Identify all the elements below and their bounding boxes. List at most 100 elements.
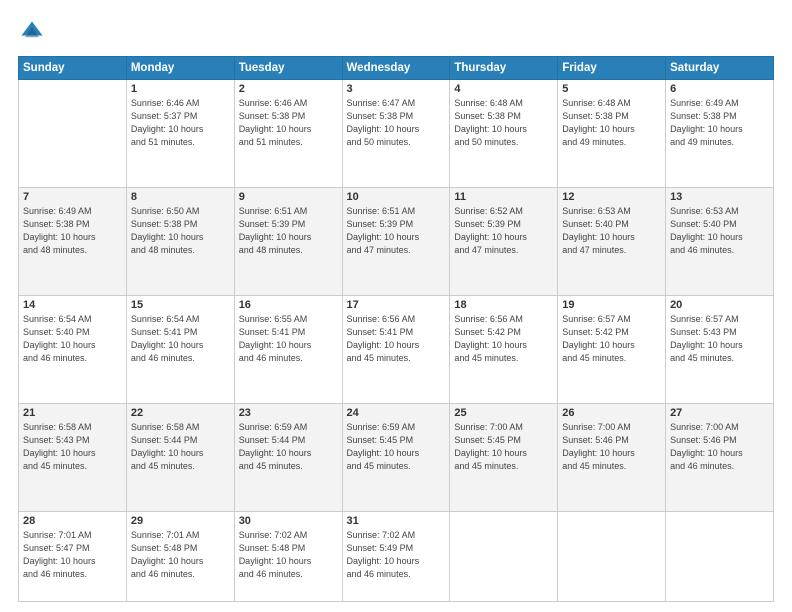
calendar-row-4: 28 Sunrise: 7:01 AMSunset: 5:47 PMDayligh… — [19, 512, 774, 602]
calendar-cell: 11 Sunrise: 6:52 AMSunset: 5:39 PMDayligh… — [450, 188, 558, 296]
day-detail: Sunrise: 6:53 AMSunset: 5:40 PMDaylight:… — [562, 205, 661, 257]
day-detail: Sunrise: 6:54 AMSunset: 5:40 PMDaylight:… — [23, 313, 122, 365]
day-detail: Sunrise: 6:53 AMSunset: 5:40 PMDaylight:… — [670, 205, 769, 257]
day-number: 17 — [347, 299, 446, 311]
day-detail: Sunrise: 6:57 AMSunset: 5:43 PMDaylight:… — [670, 313, 769, 365]
day-detail: Sunrise: 6:46 AMSunset: 5:37 PMDaylight:… — [131, 97, 230, 149]
calendar-cell: 15 Sunrise: 6:54 AMSunset: 5:41 PMDayligh… — [126, 296, 234, 404]
weekday-header-thursday: Thursday — [450, 57, 558, 80]
day-number: 21 — [23, 407, 122, 419]
day-number: 5 — [562, 83, 661, 95]
calendar-cell: 6Sunrise: 6:49 AMSunset: 5:38 PMDaylight… — [666, 80, 774, 188]
calendar-cell: 10Sunrise: 6:51 AMSunset: 5:39 PMDayligh… — [342, 188, 450, 296]
day-detail: Sunrise: 6:56 AMSunset: 5:41 PMDaylight:… — [347, 313, 446, 365]
day-number: 6 — [670, 83, 769, 95]
calendar-cell: 18 Sunrise: 6:56 AMSunset: 5:42 PMDayligh… — [450, 296, 558, 404]
calendar-cell — [19, 80, 127, 188]
day-number: 20 — [670, 299, 769, 311]
calendar-table: SundayMondayTuesdayWednesdayThursdayFrid… — [18, 56, 774, 602]
day-number: 7 — [23, 191, 122, 203]
calendar-cell: 17 Sunrise: 6:56 AMSunset: 5:41 PMDayligh… — [342, 296, 450, 404]
calendar-cell: 27 Sunrise: 7:00 AMSunset: 5:46 PMDayligh… — [666, 404, 774, 512]
day-detail: Sunrise: 6:59 AMSunset: 5:45 PMDaylight:… — [347, 421, 446, 473]
calendar-cell: 16 Sunrise: 6:55 AMSunset: 5:41 PMDayligh… — [234, 296, 342, 404]
day-detail: Sunrise: 6:57 AMSunset: 5:42 PMDaylight:… — [562, 313, 661, 365]
calendar-row-2: 14 Sunrise: 6:54 AMSunset: 5:40 PMDayligh… — [19, 296, 774, 404]
day-detail: Sunrise: 7:01 AMSunset: 5:47 PMDaylight:… — [23, 529, 122, 581]
calendar-cell: 23 Sunrise: 6:59 AMSunset: 5:44 PMDayligh… — [234, 404, 342, 512]
weekday-header-sunday: Sunday — [19, 57, 127, 80]
day-number: 16 — [239, 299, 338, 311]
calendar-row-1: 7 Sunrise: 6:49 AMSunset: 5:38 PMDaylight… — [19, 188, 774, 296]
calendar-cell — [666, 512, 774, 602]
day-number: 27 — [670, 407, 769, 419]
day-number: 28 — [23, 515, 122, 527]
day-detail: Sunrise: 6:55 AMSunset: 5:41 PMDaylight:… — [239, 313, 338, 365]
day-number: 31 — [347, 515, 446, 527]
calendar-cell: 22Sunrise: 6:58 AMSunset: 5:44 PMDayligh… — [126, 404, 234, 512]
day-detail: Sunrise: 6:51 AMSunset: 5:39 PMDaylight:… — [239, 205, 338, 257]
day-detail: Sunrise: 6:49 AMSunset: 5:38 PMDaylight:… — [23, 205, 122, 257]
day-number: 4 — [454, 83, 553, 95]
calendar-row-3: 21 Sunrise: 6:58 AMSunset: 5:43 PMDayligh… — [19, 404, 774, 512]
day-number: 19 — [562, 299, 661, 311]
header — [18, 18, 774, 46]
day-number: 26 — [562, 407, 661, 419]
day-detail: Sunrise: 7:01 AMSunset: 5:48 PMDaylight:… — [131, 529, 230, 581]
day-number: 2 — [239, 83, 338, 95]
day-detail: Sunrise: 6:47 AMSunset: 5:38 PMDaylight:… — [347, 97, 446, 149]
calendar-cell: 12 Sunrise: 6:53 AMSunset: 5:40 PMDayligh… — [558, 188, 666, 296]
day-number: 13 — [670, 191, 769, 203]
day-number: 3 — [347, 83, 446, 95]
day-detail: Sunrise: 6:52 AMSunset: 5:39 PMDaylight:… — [454, 205, 553, 257]
logo-icon — [18, 18, 46, 46]
day-detail: Sunrise: 6:59 AMSunset: 5:44 PMDaylight:… — [239, 421, 338, 473]
weekday-header-friday: Friday — [558, 57, 666, 80]
day-number: 22 — [131, 407, 230, 419]
calendar-cell: 8 Sunrise: 6:50 AMSunset: 5:38 PMDaylight… — [126, 188, 234, 296]
day-number: 29 — [131, 515, 230, 527]
day-number: 10 — [347, 191, 446, 203]
day-detail: Sunrise: 6:46 AMSunset: 5:38 PMDaylight:… — [239, 97, 338, 149]
calendar-cell — [558, 512, 666, 602]
calendar-cell: 24 Sunrise: 6:59 AMSunset: 5:45 PMDayligh… — [342, 404, 450, 512]
day-number: 12 — [562, 191, 661, 203]
calendar-cell: 2 Sunrise: 6:46 AMSunset: 5:38 PMDaylight… — [234, 80, 342, 188]
calendar-cell: 19 Sunrise: 6:57 AMSunset: 5:42 PMDayligh… — [558, 296, 666, 404]
day-detail: Sunrise: 7:00 AMSunset: 5:46 PMDaylight:… — [562, 421, 661, 473]
calendar-row-0: 1 Sunrise: 6:46 AMSunset: 5:37 PMDaylight… — [19, 80, 774, 188]
weekday-header-row: SundayMondayTuesdayWednesdayThursdayFrid… — [19, 57, 774, 80]
day-number: 30 — [239, 515, 338, 527]
day-detail: Sunrise: 6:54 AMSunset: 5:41 PMDaylight:… — [131, 313, 230, 365]
calendar-cell: 21 Sunrise: 6:58 AMSunset: 5:43 PMDayligh… — [19, 404, 127, 512]
calendar-cell: 25 Sunrise: 7:00 AMSunset: 5:45 PMDayligh… — [450, 404, 558, 512]
calendar-cell: 26 Sunrise: 7:00 AMSunset: 5:46 PMDayligh… — [558, 404, 666, 512]
day-number: 1 — [131, 83, 230, 95]
day-detail: Sunrise: 7:00 AMSunset: 5:45 PMDaylight:… — [454, 421, 553, 473]
day-number: 11 — [454, 191, 553, 203]
calendar-cell: 9 Sunrise: 6:51 AMSunset: 5:39 PMDaylight… — [234, 188, 342, 296]
day-detail: Sunrise: 6:56 AMSunset: 5:42 PMDaylight:… — [454, 313, 553, 365]
calendar-cell: 3 Sunrise: 6:47 AMSunset: 5:38 PMDaylight… — [342, 80, 450, 188]
day-detail: Sunrise: 6:58 AMSunset: 5:43 PMDaylight:… — [23, 421, 122, 473]
day-number: 9 — [239, 191, 338, 203]
calendar-cell: 7 Sunrise: 6:49 AMSunset: 5:38 PMDaylight… — [19, 188, 127, 296]
day-number: 18 — [454, 299, 553, 311]
calendar-cell: 29 Sunrise: 7:01 AMSunset: 5:48 PMDayligh… — [126, 512, 234, 602]
calendar-cell: 28 Sunrise: 7:01 AMSunset: 5:47 PMDayligh… — [19, 512, 127, 602]
day-number: 14 — [23, 299, 122, 311]
day-number: 24 — [347, 407, 446, 419]
day-detail: Sunrise: 6:48 AMSunset: 5:38 PMDaylight:… — [454, 97, 553, 149]
day-number: 8 — [131, 191, 230, 203]
day-number: 15 — [131, 299, 230, 311]
day-detail: Sunrise: 6:50 AMSunset: 5:38 PMDaylight:… — [131, 205, 230, 257]
calendar-cell: 5Sunrise: 6:48 AMSunset: 5:38 PMDaylight… — [558, 80, 666, 188]
weekday-header-wednesday: Wednesday — [342, 57, 450, 80]
day-number: 25 — [454, 407, 553, 419]
calendar-cell: 31Sunrise: 7:02 AMSunset: 5:49 PMDayligh… — [342, 512, 450, 602]
day-number: 23 — [239, 407, 338, 419]
page: SundayMondayTuesdayWednesdayThursdayFrid… — [0, 0, 792, 612]
calendar-cell: 20 Sunrise: 6:57 AMSunset: 5:43 PMDayligh… — [666, 296, 774, 404]
day-detail: Sunrise: 7:00 AMSunset: 5:46 PMDaylight:… — [670, 421, 769, 473]
calendar-cell: 14 Sunrise: 6:54 AMSunset: 5:40 PMDayligh… — [19, 296, 127, 404]
